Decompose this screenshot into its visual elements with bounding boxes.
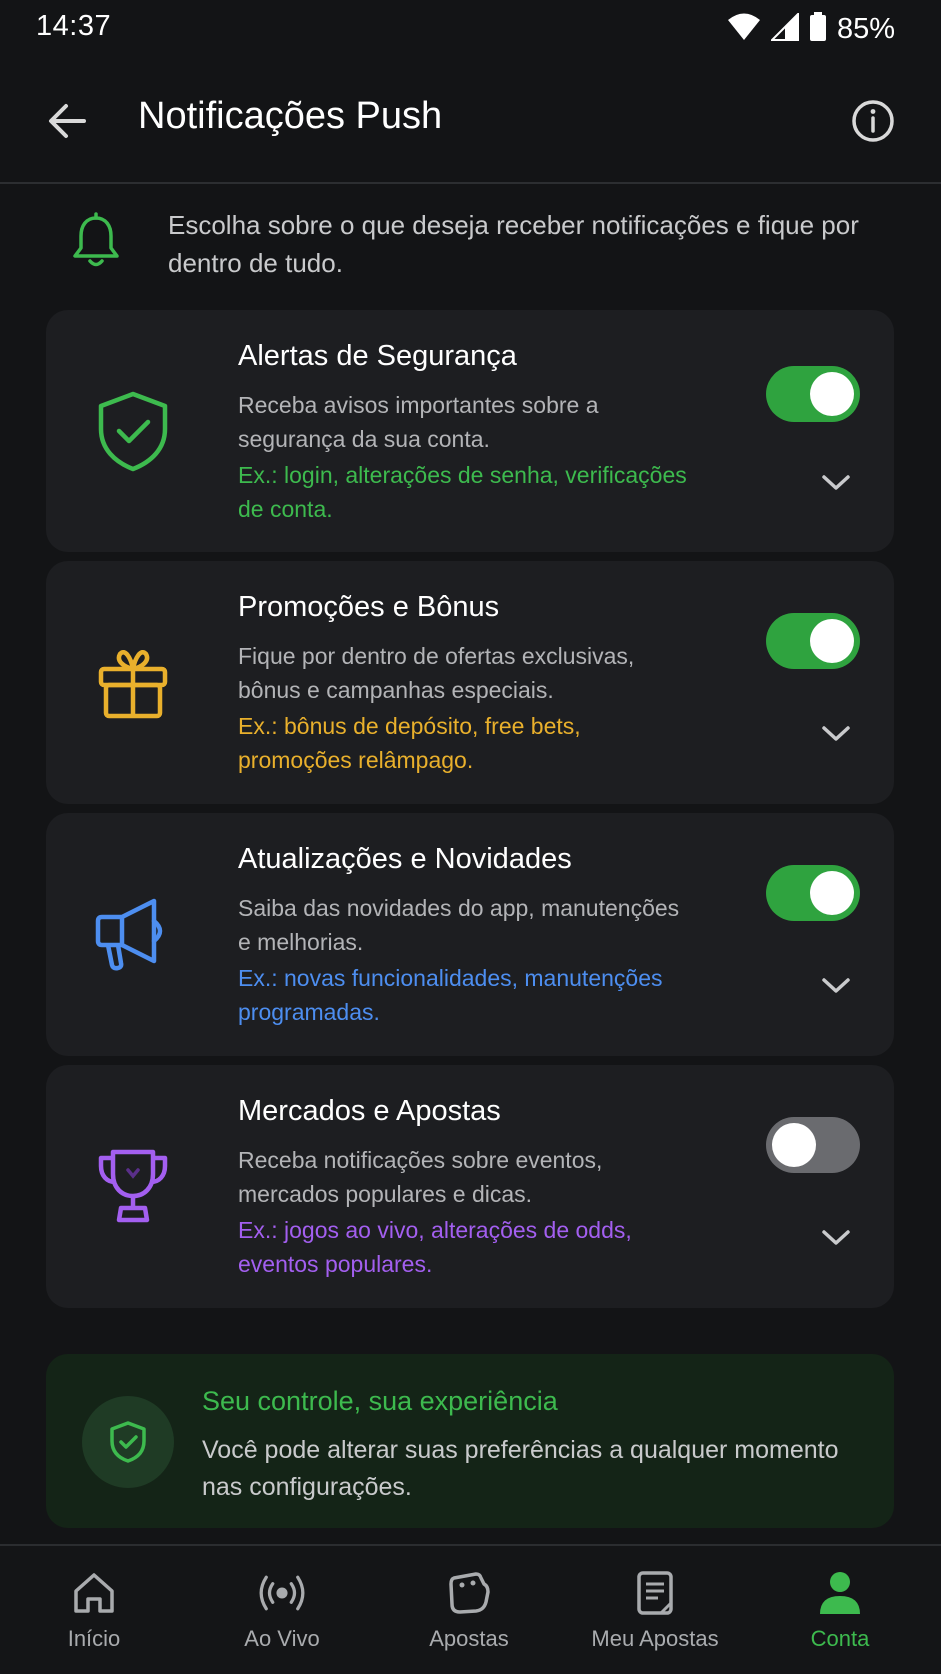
expand-button[interactable]: [819, 975, 853, 997]
ticket-icon: [444, 1568, 494, 1618]
toggle-knob: [772, 1123, 816, 1167]
card-example: Ex.: login, alterações de senha, verific…: [238, 462, 687, 522]
home-icon: [69, 1568, 119, 1618]
card-title: Alertas de Segurança: [238, 340, 517, 372]
nav-label: Conta: [810, 1626, 870, 1651]
security-alerts-toggle[interactable]: [766, 366, 860, 422]
card-markets-bets: Mercados e Apostas Receba notificações s…: [46, 1065, 894, 1308]
chevron-down-icon: [822, 1230, 850, 1245]
card-description: Receba avisos importantes sobre a segura…: [238, 392, 599, 452]
card-example: Ex.: jogos ao vivo, alterações de odds, …: [238, 1217, 632, 1277]
card-example: Ex.: bônus de depósito, free bets, promo…: [238, 713, 581, 773]
updates-toggle[interactable]: [766, 865, 860, 921]
card-title: Promoções e Bônus: [238, 591, 500, 623]
trophy-icon: [86, 1139, 180, 1233]
chevron-down-icon: [822, 475, 850, 490]
nav-item-meu-apostas[interactable]: Meu Apostas: [565, 1568, 745, 1668]
card-description: Fique por dentro de ofertas exclusivas, …: [238, 643, 635, 703]
chevron-down-icon: [822, 978, 850, 993]
card-description: Receba notificações sobre eventos, merca…: [238, 1147, 603, 1207]
shield-check-icon: [82, 1396, 174, 1488]
megaphone-icon: [86, 887, 180, 981]
receipt-icon: [630, 1568, 680, 1618]
intro-section: Escolha sobre o que deseja receber notif…: [0, 200, 941, 290]
control-info-box: Seu controle, sua experiência Você pode …: [46, 1354, 894, 1528]
wifi-icon: [727, 13, 761, 46]
promotions-toggle[interactable]: [766, 613, 860, 669]
bottom-navigation: Início Ao Vivo Apostas Meu Apostas Conta: [0, 1544, 941, 1674]
expand-button[interactable]: [819, 723, 853, 745]
info-button[interactable]: [850, 98, 896, 144]
nav-label: Ao Vivo: [244, 1626, 320, 1651]
toggle-knob: [810, 871, 854, 915]
markets-bets-toggle[interactable]: [766, 1117, 860, 1173]
nav-item-apostas[interactable]: Apostas: [379, 1568, 559, 1668]
shield-check-icon: [86, 384, 180, 478]
chevron-down-icon: [822, 726, 850, 741]
status-bar: 14:37 85%: [0, 0, 941, 60]
battery-icon: [809, 11, 827, 47]
arrow-left-icon: [49, 104, 86, 138]
nav-item-inicio[interactable]: Início: [4, 1568, 184, 1668]
nav-item-ao-vivo[interactable]: Ao Vivo: [192, 1568, 372, 1668]
nav-label: Apostas: [429, 1626, 509, 1651]
expand-button[interactable]: [819, 472, 853, 494]
status-time: 14:37: [36, 10, 112, 42]
card-description: Saiba das novidades do app, manutenções …: [238, 895, 680, 955]
nav-item-conta[interactable]: Conta: [750, 1568, 930, 1668]
nav-label: Meu Apostas: [591, 1626, 719, 1651]
card-promotions: Promoções e Bônus Fique por dentro de of…: [46, 561, 894, 804]
user-icon: [815, 1568, 865, 1618]
card-updates: Atualizações e Novidades Saiba das novid…: [46, 813, 894, 1056]
signal-icon: [769, 11, 799, 46]
control-title: Seu controle, sua experiência: [202, 1386, 558, 1416]
expand-button[interactable]: [819, 1227, 853, 1249]
intro-text: Escolha sobre o que deseja receber notif…: [168, 210, 859, 278]
card-example: Ex.: novas funcionalidades, manutenções …: [238, 965, 663, 1025]
card-title: Atualizações e Novidades: [238, 843, 572, 875]
battery-percent: 85%: [836, 12, 895, 45]
toggle-knob: [810, 619, 854, 663]
live-broadcast-icon: [257, 1568, 307, 1618]
status-icons: 85%: [727, 11, 895, 47]
card-security-alerts: Alertas de Segurança Receba avisos impor…: [46, 310, 894, 552]
control-text: Você pode alterar suas preferências a qu…: [202, 1436, 839, 1501]
page-title: Notificações Push: [138, 95, 443, 137]
card-title: Mercados e Apostas: [238, 1095, 501, 1127]
toggle-knob: [810, 372, 854, 416]
bell-icon: [70, 212, 122, 270]
back-button[interactable]: [44, 100, 94, 142]
gift-icon: [86, 635, 180, 729]
nav-label: Início: [67, 1626, 121, 1651]
app-header: Notificações Push: [0, 60, 941, 184]
info-icon: [852, 100, 894, 142]
